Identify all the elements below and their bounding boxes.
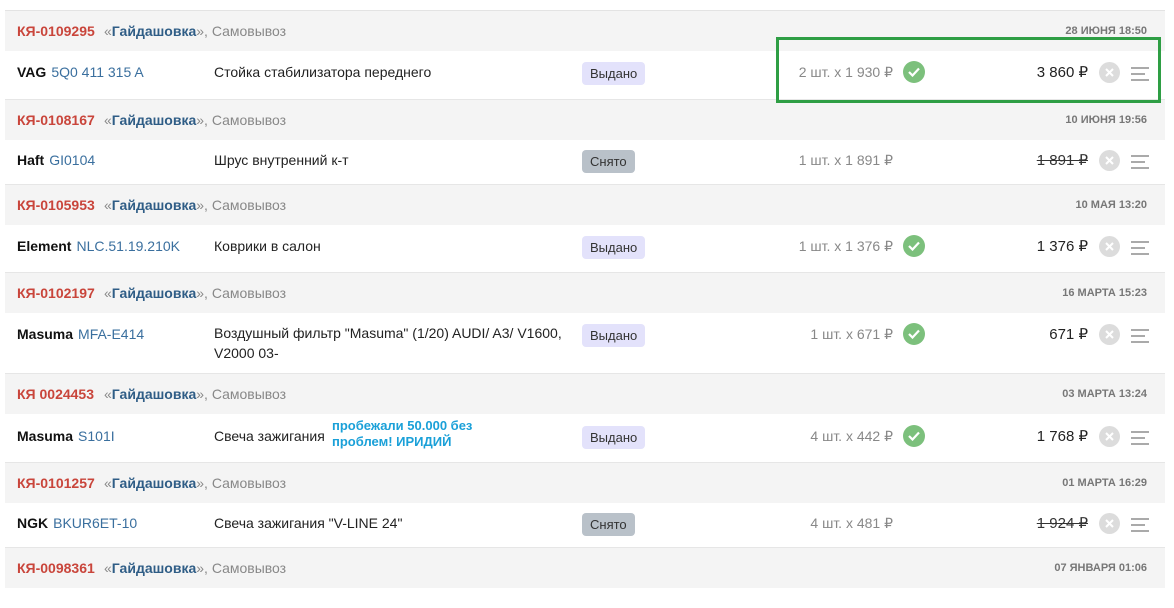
item-total: 1 891 ₽ xyxy=(1036,152,1088,169)
order-header: КЯ-0108167 «Гайдашовка», Самовывоз 10 ИЮ… xyxy=(5,100,1165,140)
order-date: 16 МАРТА 15:23 xyxy=(1062,287,1147,299)
quantity-price: 1 шт. x 1 376 ₽ xyxy=(798,238,893,254)
order-date: 10 ИЮНЯ 19:56 xyxy=(1065,114,1147,126)
item-description: Коврики в салон xyxy=(214,238,321,254)
store-link[interactable]: Гайдашовка xyxy=(112,112,196,128)
delivery-type: Самовывоз xyxy=(211,560,287,576)
article-link[interactable]: 5Q0 411 315 A xyxy=(51,64,143,80)
order-id-link[interactable]: КЯ-0098361 xyxy=(17,560,95,576)
x-circle-icon[interactable] xyxy=(1099,426,1120,447)
menu-lines-icon[interactable] xyxy=(1131,431,1149,445)
brand-name: Masuma S101I xyxy=(17,428,115,444)
menu-lines-icon[interactable] xyxy=(1131,518,1149,532)
order-store: «Гайдашовка», Самовывоз xyxy=(104,23,287,39)
order-header: КЯ-0105953 «Гайдашовка», Самовывоз 10 МА… xyxy=(5,185,1165,225)
order-header: КЯ-0098361 «Гайдашовка», Самовывоз 07 ЯН… xyxy=(5,548,1165,588)
item-description: Свеча зажигания xyxy=(214,428,325,444)
x-circle-icon[interactable] xyxy=(1099,324,1120,345)
order-item-row: NGK BKUR6ET-10 Свеча зажигания "V-LINE 24… xyxy=(5,503,1165,548)
article-link[interactable]: MFA-E414 xyxy=(78,326,144,342)
item-total: 1 924 ₽ xyxy=(1036,515,1088,532)
brand-name: Haft GI0104 xyxy=(17,152,96,168)
order-id-link[interactable]: КЯ-0109295 xyxy=(17,23,95,39)
check-circle-icon xyxy=(903,425,925,447)
store-link[interactable]: Гайдашовка xyxy=(112,23,196,39)
order-date: 28 ИЮНЯ 18:50 xyxy=(1065,25,1147,37)
order-item-row: Haft GI0104 Шрус внутренний к-т Снято 1 ш… xyxy=(5,140,1165,185)
article-link[interactable]: S101I xyxy=(78,428,115,444)
store-link[interactable]: Гайдашовка xyxy=(112,285,196,301)
item-description: Стойка стабилизатора переднего xyxy=(214,64,432,80)
status-badge: Снято xyxy=(582,513,635,536)
item-total: 1 768 ₽ xyxy=(1036,428,1088,445)
delivery-type: Самовывоз xyxy=(211,285,287,301)
quantity-price: 4 шт. x 442 ₽ xyxy=(810,428,893,444)
order-store: «Гайдашовка», Самовывоз xyxy=(104,197,287,213)
delivery-type: Самовывоз xyxy=(211,475,287,491)
order-id-link[interactable]: КЯ 0024453 xyxy=(17,386,94,402)
x-circle-icon[interactable] xyxy=(1099,150,1120,171)
order-id-link[interactable]: КЯ-0108167 xyxy=(17,112,95,128)
status-badge: Выдано xyxy=(582,324,646,347)
status-badge: Выдано xyxy=(582,426,646,449)
quantity-price: 1 шт. x 671 ₽ xyxy=(810,326,893,342)
item-total: 671 ₽ xyxy=(1049,326,1088,343)
check-circle-icon xyxy=(903,323,925,345)
order-store: «Гайдашовка», Самовывоз xyxy=(104,285,287,301)
order-store: «Гайдашовка», Самовывоз xyxy=(104,475,287,491)
order-item-row: Masuma MFA-E414 Воздушный фильтр "Masuma"… xyxy=(5,313,1165,374)
item-description: Шрус внутренний к-т xyxy=(214,152,349,168)
brand-name: NGK BKUR6ET-10 xyxy=(17,515,138,531)
article-link[interactable]: GI0104 xyxy=(49,152,95,168)
order-id-link[interactable]: КЯ-0102197 xyxy=(17,285,95,301)
store-link[interactable]: Гайдашовка xyxy=(112,197,196,213)
x-circle-icon[interactable] xyxy=(1099,513,1120,534)
status-badge: Выдано xyxy=(582,62,646,85)
order-header: КЯ-0102197 «Гайдашовка», Самовывоз 16 МА… xyxy=(5,273,1165,313)
store-link[interactable]: Гайдашовка xyxy=(112,560,196,576)
delivery-type: Самовывоз xyxy=(211,197,287,213)
quantity-price: 4 шт. x 481 ₽ xyxy=(810,515,893,531)
order-id-link[interactable]: КЯ-0105953 xyxy=(17,197,95,213)
order-date: 01 МАРТА 16:29 xyxy=(1062,477,1147,489)
order-header: КЯ 0024453 «Гайдашовка», Самовывоз 03 МА… xyxy=(5,374,1165,414)
order-store: «Гайдашовка», Самовывоз xyxy=(104,112,287,128)
delivery-type: Самовывоз xyxy=(211,23,287,39)
order-store: «Гайдашовка», Самовывоз xyxy=(104,386,287,402)
item-description: Свеча зажигания "V-LINE 24" xyxy=(214,515,403,531)
delivery-type: Самовывоз xyxy=(211,386,287,402)
check-circle-icon xyxy=(903,235,925,257)
status-badge: Выдано xyxy=(582,236,646,259)
article-link[interactable]: NLC.51.19.210K xyxy=(76,238,180,254)
order-date: 07 ЯНВАРЯ 01:06 xyxy=(1054,562,1147,574)
brand-name: Masuma MFA-E414 xyxy=(17,326,145,342)
brand-name: VAG 5Q0 411 315 A xyxy=(17,64,144,80)
item-total: 1 376 ₽ xyxy=(1036,238,1088,255)
menu-lines-icon[interactable] xyxy=(1131,155,1149,169)
order-header: КЯ-0101257 «Гайдашовка», Самовывоз 01 МА… xyxy=(5,463,1165,503)
order-id-link[interactable]: КЯ-0101257 xyxy=(17,475,95,491)
order-item-row: Masuma S101I Свеча зажигания пробежали 50… xyxy=(5,414,1165,463)
menu-lines-icon[interactable] xyxy=(1131,329,1149,343)
x-circle-icon[interactable] xyxy=(1099,236,1120,257)
order-date: 10 МАЯ 13:20 xyxy=(1075,199,1148,211)
delivery-type: Самовывоз xyxy=(211,112,287,128)
article-link[interactable]: BKUR6ET-10 xyxy=(53,515,137,531)
store-link[interactable]: Гайдашовка xyxy=(112,475,196,491)
item-comment: пробежали 50.000 без проблем! ИРИДИЙ xyxy=(332,418,473,449)
store-link[interactable]: Гайдашовка xyxy=(112,386,196,402)
quantity-price: 1 шт. x 1 891 ₽ xyxy=(798,152,893,168)
menu-lines-icon[interactable] xyxy=(1131,241,1149,255)
highlight-box xyxy=(776,37,1161,103)
order-item-row: Element NLC.51.19.210K Коврики в салон Вы… xyxy=(5,225,1165,273)
order-store: «Гайдашовка», Самовывоз xyxy=(104,560,287,576)
status-badge: Снято xyxy=(582,150,635,173)
item-description: Воздушный фильтр "Masuma" (1/20) AUDI/ A… xyxy=(214,325,562,361)
order-item-row xyxy=(5,588,1165,608)
order-date: 03 МАРТА 13:24 xyxy=(1062,388,1147,400)
brand-name: Element NLC.51.19.210K xyxy=(17,238,180,254)
